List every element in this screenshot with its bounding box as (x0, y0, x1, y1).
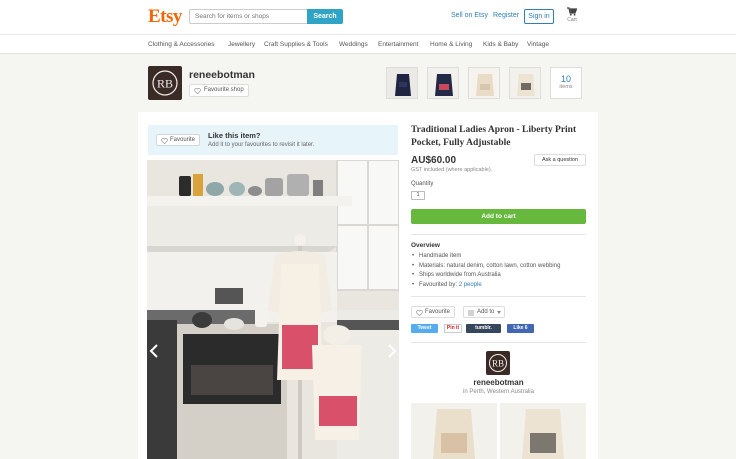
related-item-image (500, 403, 586, 459)
facebook-like-button[interactable]: Like 6 (507, 324, 534, 333)
category-jewellery[interactable]: Jewellery (228, 41, 255, 48)
quantity-select[interactable]: 1 (411, 191, 425, 200)
items-count-number: 10 (560, 74, 571, 84)
shop-location: in Perth, Western Australia (463, 389, 534, 395)
category-vintage[interactable]: Vintage (527, 41, 549, 48)
divider (411, 296, 586, 297)
like-prompt-subtitle: Add it to your favourites to revisit it … (208, 142, 315, 148)
shop-monogram: RB (157, 77, 173, 91)
shop-item-thumb[interactable] (468, 67, 500, 99)
tax-note: GST included (where applicable). (411, 167, 493, 173)
sign-in-button[interactable]: Sign in (524, 9, 554, 24)
thumb-image (510, 68, 540, 98)
shop-logo-small-mark: RB (489, 354, 507, 372)
overview-list: Handmade item Materials: natural denim, … (411, 252, 560, 290)
category-clothing[interactable]: Clothing & Accessories (148, 41, 214, 48)
cart-label: Cart (567, 17, 577, 23)
search-button[interactable]: Search (307, 9, 343, 24)
etsy-logo[interactable]: Etsy (148, 6, 182, 28)
category-kids-baby[interactable]: Kids & Baby (483, 41, 518, 48)
add-to-label: Add to (477, 309, 495, 315)
favourite-button-label: Favourite (425, 309, 451, 315)
search-input[interactable] (189, 9, 307, 24)
related-item-image (411, 403, 497, 459)
shop-name-sidebar[interactable]: reneebotman (411, 378, 586, 387)
related-item-thumb[interactable] (411, 403, 497, 459)
heart-icon (416, 310, 423, 316)
favourited-by-text: Favourited by: (419, 281, 459, 288)
thumb-image (469, 68, 499, 98)
category-home-living[interactable]: Home & Living (430, 41, 472, 48)
register-link[interactable]: Register (493, 12, 519, 19)
overview-item: Favourited by: 2 people (411, 281, 560, 291)
shop-name[interactable]: reneebotman (189, 69, 255, 81)
listing-price: AU$60.00 (411, 155, 457, 166)
favourite-item-button[interactable]: Favourite (156, 134, 200, 146)
site-header: Etsy Search Sell on Etsy Register Sign i… (0, 0, 736, 34)
shop-item-thumb[interactable] (427, 67, 459, 99)
heart-icon (161, 138, 168, 144)
shop-logo-mark: RB (152, 70, 178, 96)
favourite-button[interactable]: Favourite (411, 306, 455, 318)
chevron-down-icon (497, 311, 501, 314)
like-prompt-bar: Favourite Like this item? Add it to your… (148, 125, 398, 155)
shop-logo[interactable]: RB (148, 66, 182, 100)
cart-icon (567, 7, 577, 16)
shop-items-count[interactable]: 10 items (550, 67, 582, 99)
shop-item-thumb[interactable] (386, 67, 418, 99)
listing-title: Traditional Ladies Apron - Liberty Print… (411, 125, 577, 148)
sell-on-etsy-link[interactable]: Sell on Etsy (451, 12, 488, 19)
add-to-cart-button[interactable]: Add to cart (411, 209, 586, 224)
favourited-by-link[interactable]: 2 people (459, 282, 482, 288)
favourite-shop-button[interactable]: Favourite shop (189, 84, 249, 97)
category-nav: Clothing & Accessories Jewellery Craft S… (0, 34, 736, 54)
cart-button[interactable]: Cart (565, 7, 579, 23)
divider (411, 342, 586, 343)
category-craft-supplies[interactable]: Craft Supplies & Tools (264, 41, 328, 48)
list-icon (468, 310, 474, 316)
overview-item: Ships worldwide from Australia (411, 271, 560, 281)
related-item-thumb[interactable] (500, 403, 586, 459)
quantity-label: Quantity (411, 181, 434, 187)
tweet-button[interactable]: Tweet (411, 324, 438, 333)
overview-item: Handmade item (411, 252, 560, 262)
favourite-shop-label: Favourite shop (204, 87, 244, 93)
divider (411, 234, 586, 235)
product-photo[interactable] (147, 160, 399, 459)
ask-question-button[interactable]: Ask a question (534, 154, 586, 166)
thumb-image (387, 68, 417, 98)
heart-icon (194, 88, 201, 94)
shop-logo-small[interactable]: RB (486, 351, 510, 375)
items-count-label: items (559, 84, 573, 90)
pin-it-button[interactable]: Pin it (444, 324, 462, 333)
favourite-item-label: Favourite (170, 137, 196, 143)
product-image (147, 160, 399, 459)
add-to-list-button[interactable]: Add to (463, 306, 505, 318)
category-weddings[interactable]: Weddings (339, 41, 368, 48)
shop-bar: RB reneebotman Favourite shop 10 items (0, 54, 736, 112)
category-entertainment[interactable]: Entertainment (378, 41, 418, 48)
tumblr-button[interactable]: tumblr. (466, 324, 501, 333)
thumb-image (428, 68, 458, 98)
quantity-value: 1 (416, 192, 420, 198)
overview-heading: Overview (411, 242, 440, 249)
like-prompt-title: Like this item? (208, 131, 261, 140)
shop-item-thumb[interactable] (509, 67, 541, 99)
overview-item: Materials: natural denim, cotton lawn, c… (411, 262, 560, 272)
shop-monogram-small: RB (492, 359, 504, 369)
